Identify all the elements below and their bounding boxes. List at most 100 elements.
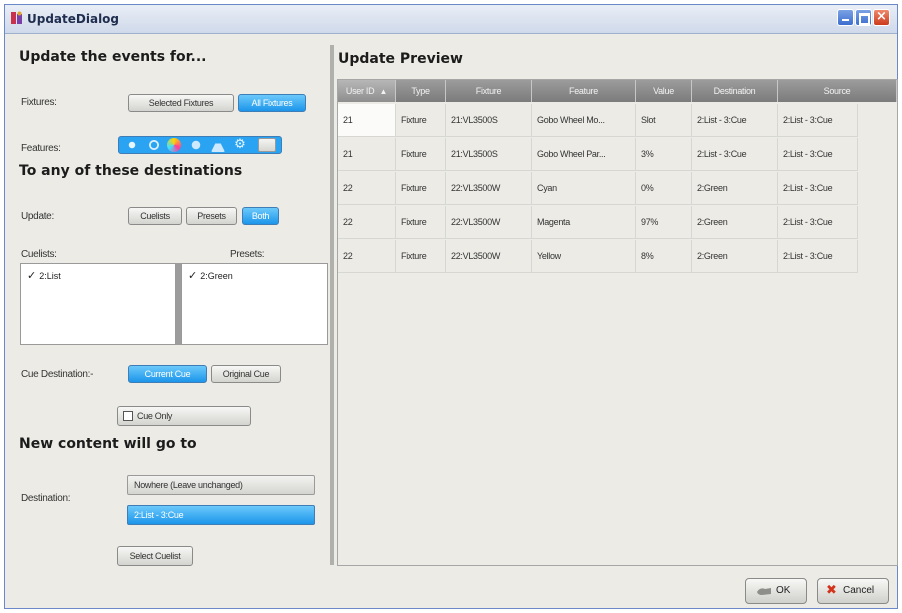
update-label: Update: [21, 211, 54, 222]
minimize-button[interactable] [837, 9, 854, 26]
settings-icon[interactable]: ⚙ [233, 138, 247, 152]
presets-button[interactable]: Presets [186, 207, 237, 225]
close-button[interactable]: × [873, 9, 890, 26]
cell-destination: 2:Green [692, 240, 778, 273]
table-header: User ID ▲ Type Fixture Feature Value Des… [338, 80, 897, 102]
fixtures-label: Fixtures: [21, 97, 57, 108]
cell-type: Fixture [396, 240, 446, 273]
cuelist-item-label: 2:List [39, 271, 61, 281]
update-dialog-window: UpdateDialog × Update the events for... … [4, 4, 898, 609]
cell-type: Fixture [396, 104, 446, 137]
current-cue-button[interactable]: Current Cue [128, 365, 207, 383]
cell-destination: 2:Green [692, 172, 778, 205]
column-header-feature[interactable]: Feature [532, 80, 636, 102]
original-cue-button[interactable]: Original Cue [211, 365, 281, 383]
window-title: UpdateDialog [27, 12, 120, 26]
cell-source: 2:List - 3:Cue [778, 172, 858, 205]
intensity-icon[interactable] [125, 138, 139, 152]
cell-feature: Cyan [532, 172, 636, 205]
column-header-source[interactable]: Source [778, 80, 897, 102]
cell-user-id: 21 [338, 104, 396, 137]
selected-fixtures-button[interactable]: Selected Fixtures [128, 94, 234, 112]
cell-fixture: 21:VL3500S [446, 104, 532, 137]
cell-fixture: 22:VL3500W [446, 240, 532, 273]
cuelists-label: Cuelists: [21, 249, 57, 260]
cancel-icon: ✖ [826, 583, 837, 598]
cell-destination: 2:Green [692, 206, 778, 239]
cancel-button[interactable]: ✖ Cancel [817, 578, 889, 604]
cell-type: Fixture [396, 138, 446, 171]
close-icon: × [876, 9, 887, 24]
panel-divider[interactable] [330, 45, 334, 565]
all-fixtures-button[interactable]: All Fixtures [238, 94, 306, 112]
position-icon[interactable] [147, 138, 161, 152]
destinations-heading: To any of these destinations [19, 163, 243, 179]
check-icon: ✓ [188, 270, 198, 282]
new-content-heading: New content will go to [19, 436, 197, 452]
table-row[interactable]: 21 Fixture 21:VL3500S Gobo Wheel Mo... S… [338, 104, 897, 138]
cell-user-id: 22 [338, 172, 396, 205]
cue-destination-label: Cue Destination:- [21, 369, 94, 380]
cell-type: Fixture [396, 172, 446, 205]
cue-only-label: Cue Only [137, 411, 173, 421]
effect-icon[interactable] [211, 138, 225, 152]
column-header-user-id[interactable]: User ID ▲ [338, 80, 396, 102]
cell-value: 8% [636, 240, 692, 273]
both-button[interactable]: Both [242, 207, 279, 225]
preview-table[interactable]: User ID ▲ Type Fixture Feature Value Des… [337, 79, 898, 566]
check-icon: ✓ [27, 270, 37, 282]
cue-only-toggle[interactable]: Cue Only [117, 406, 251, 426]
table-row[interactable]: 22 Fixture 22:VL3500W Yellow 8% 2:Green … [338, 240, 897, 274]
destination-option-selected[interactable]: 2:List - 3:Cue [127, 505, 315, 525]
cell-user-id: 22 [338, 240, 396, 273]
cuelists-button[interactable]: Cuelists [128, 207, 182, 225]
cell-source: 2:List - 3:Cue [778, 206, 858, 239]
cell-source: 2:List - 3:Cue [778, 240, 858, 273]
cell-user-id: 21 [338, 138, 396, 171]
title-bar: UpdateDialog × [5, 5, 897, 34]
preset-item-label: 2:Green [200, 271, 233, 281]
maximize-button[interactable] [855, 9, 872, 26]
table-row[interactable]: 21 Fixture 21:VL3500S Gobo Wheel Par... … [338, 138, 897, 172]
destination-option-nowhere[interactable]: Nowhere (Leave unchanged) [127, 475, 315, 495]
cell-feature: Gobo Wheel Par... [532, 138, 636, 171]
cancel-label: Cancel [843, 585, 875, 596]
column-header-value[interactable]: Value [636, 80, 692, 102]
column-header-fixture[interactable]: Fixture [446, 80, 532, 102]
beam-icon[interactable] [189, 138, 203, 152]
cell-value: 0% [636, 172, 692, 205]
cell-source: 2:List - 3:Cue [778, 138, 858, 171]
column-header-type[interactable]: Type [396, 80, 446, 102]
preset-item[interactable]: ✓ 2:Green [188, 269, 233, 282]
feature-icon-bar: ⚙ [118, 136, 282, 154]
preview-heading: Update Preview [338, 51, 463, 67]
sort-ascending-icon: ▲ [379, 87, 388, 96]
cell-feature: Magenta [532, 206, 636, 239]
cell-feature: Yellow [532, 240, 636, 273]
destination-label: Destination: [21, 493, 71, 504]
cell-type: Fixture [396, 206, 446, 239]
cue-only-checkbox[interactable] [123, 411, 133, 421]
cell-source: 2:List - 3:Cue [778, 104, 858, 137]
features-label: Features: [21, 143, 61, 154]
column-header-destination[interactable]: Destination [692, 80, 778, 102]
cell-fixture: 22:VL3500W [446, 172, 532, 205]
cell-fixture: 21:VL3500S [446, 138, 532, 171]
cuelist-item[interactable]: ✓ 2:List [27, 269, 61, 282]
table-row[interactable]: 22 Fixture 22:VL3500W Magenta 97% 2:Gree… [338, 206, 897, 240]
cell-user-id: 22 [338, 206, 396, 239]
cell-destination: 2:List - 3:Cue [692, 138, 778, 171]
table-row[interactable]: 22 Fixture 22:VL3500W Cyan 0% 2:Green 2:… [338, 172, 897, 206]
color-icon[interactable] [167, 138, 181, 152]
cuelists-list[interactable]: ✓ 2:List [20, 263, 176, 345]
cell-feature: Gobo Wheel Mo... [532, 104, 636, 137]
column-header-label: User ID [345, 86, 375, 96]
events-heading: Update the events for... [19, 49, 207, 65]
select-cuelist-button[interactable]: Select Cuelist [117, 546, 193, 566]
ok-button[interactable]: OK [745, 578, 807, 604]
cell-value: 3% [636, 138, 692, 171]
ok-label: OK [776, 585, 791, 596]
blank-icon[interactable] [258, 138, 276, 152]
cell-destination: 2:List - 3:Cue [692, 104, 778, 137]
presets-list[interactable]: ✓ 2:Green [181, 263, 328, 345]
